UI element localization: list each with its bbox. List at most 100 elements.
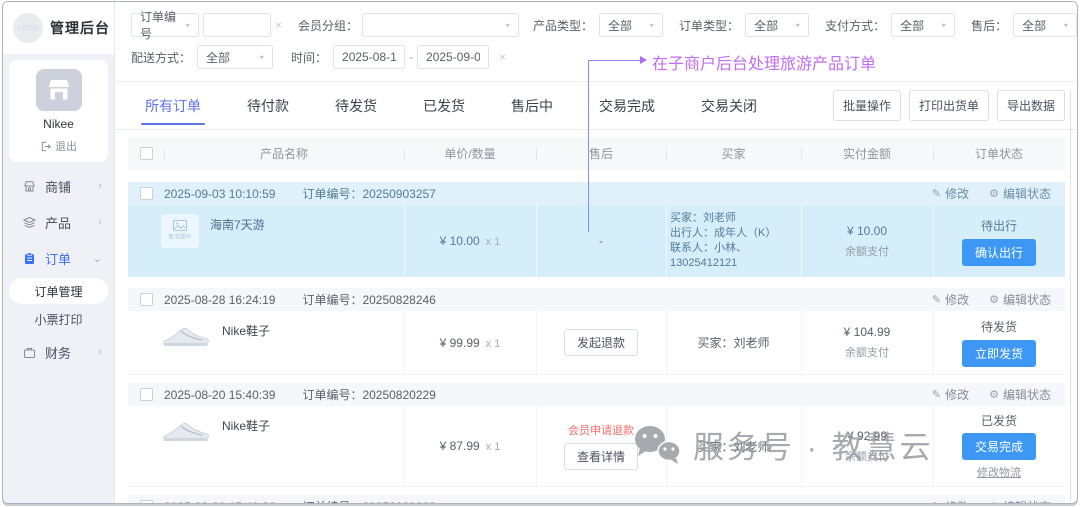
batch-actions-button[interactable]: 批量操作 <box>833 90 901 121</box>
tab-completed[interactable]: 交易完成 <box>599 82 655 130</box>
search-type-select[interactable]: 订单编号 ▾ <box>131 13 199 37</box>
chevron-down-icon: ▾ <box>796 21 801 30</box>
product-type-label: 产品类型： <box>533 17 593 34</box>
tab-all-orders[interactable]: 所有订单 <box>145 82 201 130</box>
order-timestamp: 2025-08-28 16:24:19 <box>164 293 275 307</box>
price-cell: ¥ 99.99 x 1 <box>404 311 536 374</box>
quantity: x 1 <box>486 338 501 350</box>
column-paid-amount: 实付金额 <box>801 137 933 170</box>
print-shipping-list-button[interactable]: 打印出货单 <box>909 90 989 121</box>
image-icon <box>173 220 187 231</box>
shop-icon <box>23 180 36 193</box>
chevron-right-icon: › <box>98 180 102 192</box>
tab-pending-payment[interactable]: 待付款 <box>247 82 289 130</box>
product-cell: Nike鞋子 <box>128 406 404 486</box>
delivery-value: 全部 <box>206 49 230 66</box>
tab-aftersale[interactable]: 售后中 <box>511 82 553 130</box>
row-checkbox[interactable] <box>140 293 153 306</box>
column-buyer: 买家 <box>666 137 801 170</box>
chevron-right-icon: › <box>98 216 102 228</box>
tab-shipped[interactable]: 已发货 <box>423 82 465 130</box>
column-aftersale: 售后 <box>536 137 666 170</box>
edit-order-button[interactable]: ✎ 修改 <box>932 291 969 308</box>
row-checkbox[interactable] <box>140 500 153 504</box>
delivery-select[interactable]: 全部 ▾ <box>197 45 273 69</box>
member-group-select[interactable]: ▾ <box>362 13 519 37</box>
sidebar-item-label: 财务 <box>45 343 71 362</box>
pay-method-select[interactable]: 全部 ▾ <box>891 13 955 37</box>
logout-button[interactable]: 退出 <box>9 138 108 154</box>
filter-bar: 订单编号 ▾ × 会员分组： ▾ 产品类型： 全部 ▾ 订单类型： 全部 <box>115 2 1077 82</box>
sidebar-subitem-order-manage[interactable]: 订单管理 <box>9 278 108 304</box>
edit-label: 修改 <box>945 185 969 202</box>
gear-icon: ⚙ <box>989 388 999 401</box>
buyer-name: 买家：刘老师 <box>697 438 769 455</box>
table-header: 产品名称 单价/数量 售后 买家 实付金额 订单状态 <box>128 137 1065 170</box>
status-text: 待出行 <box>981 217 1017 234</box>
edit-status-label: 编辑状态 <box>1003 498 1051 504</box>
gear-icon: ⚙ <box>989 187 999 200</box>
aftersale-value: 全部 <box>1022 17 1046 34</box>
column-order-status: 订单状态 <box>933 137 1065 170</box>
date-from-input[interactable] <box>333 45 405 69</box>
edit-label: 修改 <box>945 386 969 403</box>
contact-info: 联系人：小林、13025412121 <box>670 241 797 271</box>
placeholder-label: 暂无图片 <box>168 233 192 242</box>
view-details-button[interactable]: 查看详情 <box>564 443 638 470</box>
tab-closed[interactable]: 交易关闭 <box>701 82 757 130</box>
unit-price: ¥ 99.99 <box>440 336 480 350</box>
product-type-select[interactable]: 全部 ▾ <box>599 13 663 37</box>
edit-status-button[interactable]: ⚙ 编辑状态 <box>989 386 1051 403</box>
initiate-refund-button[interactable]: 发起退款 <box>564 329 638 356</box>
product-cell: 暂无图片 海南7天游 <box>128 205 404 277</box>
edit-order-button[interactable]: ✎ 修改 <box>932 185 969 202</box>
clear-icon[interactable]: × <box>495 50 510 64</box>
order-type-select[interactable]: 全部 ▾ <box>745 13 809 37</box>
amount-cell: ¥ 10.00 余额支付 <box>801 205 933 277</box>
sidebar-item-label: 小票打印 <box>34 311 82 328</box>
edit-status-label: 编辑状态 <box>1003 291 1051 308</box>
edit-status-label: 编辑状态 <box>1003 386 1051 403</box>
export-data-button[interactable]: 导出数据 <box>997 90 1065 121</box>
edit-status-button[interactable]: ⚙ 编辑状态 <box>989 185 1051 202</box>
edit-order-button[interactable]: ✎ 修改 <box>932 386 969 403</box>
traveler-info: 出行人：成年人（K） <box>670 226 797 241</box>
row-checkbox[interactable] <box>140 388 153 401</box>
store-name: Nikee <box>9 117 108 131</box>
order-timestamp: 2025-08-20 15:40:26 <box>164 500 275 505</box>
sidebar-item-order[interactable]: 订单 ⌄ <box>3 240 114 276</box>
select-all-checkbox[interactable] <box>140 147 153 160</box>
search-type-value: 订单编号 <box>140 8 177 42</box>
sidebar-subitem-receipt-print[interactable]: 小票打印 <box>9 306 108 332</box>
chevron-down-icon: ▾ <box>1064 21 1069 30</box>
search-input[interactable] <box>203 13 271 37</box>
pay-method: 余额支付 <box>845 344 889 360</box>
sidebar-item-shop[interactable]: 商铺 › <box>3 168 114 204</box>
aftersale-filter-label: 售后： <box>971 17 1007 34</box>
tab-pending-shipment[interactable]: 待发货 <box>335 82 377 130</box>
modify-logistics-link[interactable]: 修改物流 <box>977 464 1021 480</box>
sidebar-item-finance[interactable]: 财务 › <box>3 334 114 370</box>
edit-status-button[interactable]: ⚙ 编辑状态 <box>989 498 1051 504</box>
order-number: 订单编号：20250903257 <box>302 185 435 202</box>
amount-cell: ¥ 92.99 余额支付 <box>801 406 933 486</box>
ship-now-button[interactable]: 立即发货 <box>962 340 1036 367</box>
row-checkbox[interactable] <box>140 187 153 200</box>
complete-transaction-button[interactable]: 交易完成 <box>962 433 1036 460</box>
app-title: 管理后台 <box>50 18 110 38</box>
edit-status-button[interactable]: ⚙ 编辑状态 <box>989 291 1051 308</box>
status-cell: 待发货 立即发货 <box>933 311 1065 374</box>
clear-icon[interactable]: × <box>271 18 286 32</box>
logout-label: 退出 <box>55 138 77 154</box>
sidebar: LOGO 管理后台 Nikee 退出 <box>3 2 115 503</box>
sidebar-menu: 商铺 › 产品 › 订单 ⌄ 订单管理 <box>3 168 114 370</box>
aftersale-select[interactable]: 全部 ▾ <box>1013 13 1077 37</box>
edit-order-button[interactable]: ✎ 修改 <box>932 498 969 504</box>
scrollbar[interactable] <box>1070 90 1071 501</box>
clipboard-icon <box>23 252 36 265</box>
sidebar-item-product[interactable]: 产品 › <box>3 204 114 240</box>
date-to-input[interactable] <box>417 45 489 69</box>
confirm-departure-button[interactable]: 确认出行 <box>962 239 1036 266</box>
time-label: 时间： <box>291 49 327 66</box>
pay-method-label: 支付方式： <box>825 17 885 34</box>
